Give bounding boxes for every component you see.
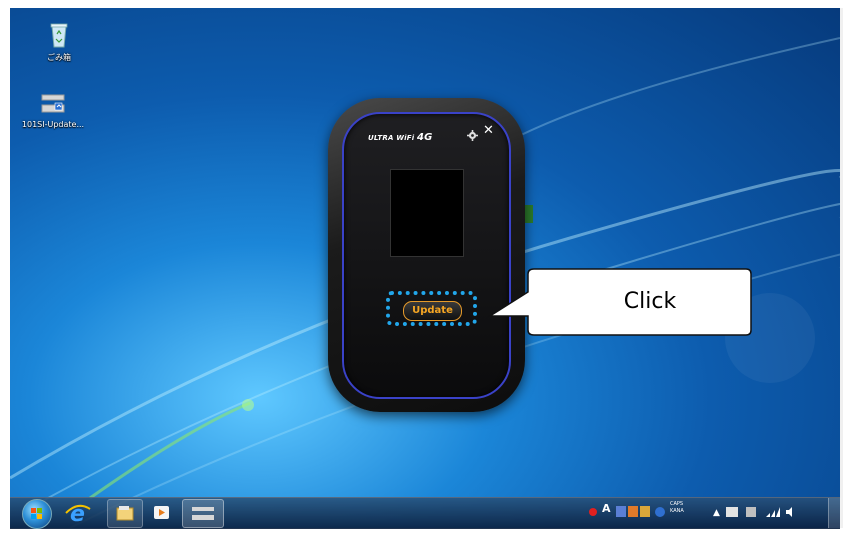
- gear-icon[interactable]: [467, 126, 478, 141]
- device-app-icon: [192, 507, 214, 520]
- desktop-icon-recycle-bin[interactable]: ごみ箱: [24, 22, 94, 63]
- brand-logo: ULTRA WiFi 4G: [368, 132, 433, 143]
- svg-text:▲: ▲: [713, 508, 720, 518]
- updater-window: ULTRA WiFi 4G ✕: [328, 98, 525, 412]
- windows-logo-icon: [31, 508, 42, 519]
- internet-explorer-icon: e: [65, 502, 91, 527]
- file-explorer-icon: [116, 506, 134, 521]
- taskbar-updater-button[interactable]: [182, 499, 224, 528]
- ime-indicator[interactable]: A: [602, 502, 611, 515]
- start-button[interactable]: [22, 499, 52, 529]
- brand-name: ULTRA WiFi: [368, 134, 415, 142]
- show-desktop-button[interactable]: [828, 498, 841, 528]
- device-screen: [390, 169, 464, 257]
- taskbar-media-player-button[interactable]: [145, 499, 179, 526]
- close-icon[interactable]: ✕: [483, 124, 494, 137]
- desktop-icon-label: 101SI-Update...: [21, 120, 85, 129]
- device-side-clip: [525, 205, 533, 223]
- tray-icons: ▲: [589, 506, 792, 518]
- update-button[interactable]: Update: [403, 301, 462, 321]
- kana-label: KANA: [670, 508, 684, 514]
- system-tray: ▲: [586, 502, 826, 522]
- device-shortcut-icon: [18, 93, 88, 118]
- recycle-bin-icon: [24, 22, 94, 51]
- media-player-icon: [154, 506, 169, 519]
- callout-text: Click: [623, 289, 677, 314]
- caps-kana-indicator: CAPS KANA: [670, 501, 684, 515]
- brand-suffix: 4G: [416, 132, 433, 143]
- taskbar-explorer-button[interactable]: [107, 499, 143, 528]
- caps-label: CAPS: [670, 501, 684, 507]
- desktop-icon-updater[interactable]: 101SI-Update...: [18, 93, 88, 130]
- taskbar-ie-button[interactable]: e: [61, 499, 95, 527]
- desktop-icon-label: ごみ箱: [47, 53, 71, 62]
